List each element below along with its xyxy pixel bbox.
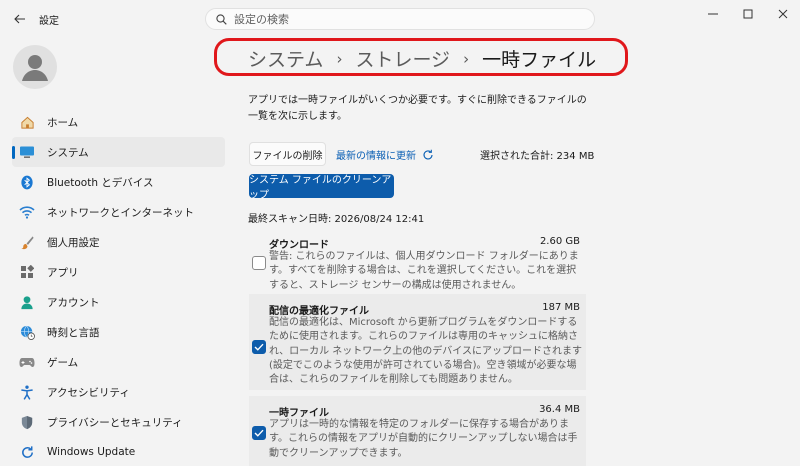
sidebar-item-accounts[interactable]: アカウント bbox=[12, 287, 225, 317]
title-bar: 設定 bbox=[0, 0, 800, 38]
file-item-temporary-files[interactable]: 一時ファイル 36.4 MB アプリは一時的な情報を特定のフォルダーに保存する場… bbox=[249, 396, 586, 466]
breadcrumb-separator: › bbox=[336, 49, 343, 68]
sidebar-item-label: アクセシビリティ bbox=[47, 386, 130, 399]
main-content: システム › ストレージ › 一時ファイル アプリでは一時ファイルがいくつか必要… bbox=[214, 38, 800, 466]
file-size: 36.4 MB bbox=[539, 404, 580, 415]
update-icon bbox=[19, 444, 35, 460]
sidebar-item-label: アカウント bbox=[47, 296, 100, 309]
file-description: アプリは一時的な情報を特定のフォルダーに保存する場合があります。これらの情報をア… bbox=[269, 419, 578, 459]
sidebar-item-accessibility[interactable]: アクセシビリティ bbox=[12, 377, 225, 407]
maximize-icon bbox=[743, 9, 752, 19]
total-selected: 選択された合計: 234 MB bbox=[480, 151, 595, 162]
file-name: 一時ファイル bbox=[269, 408, 329, 419]
file-item-downloads[interactable]: ダウンロード 2.60 GB 警告: これらのファイルは、個人用ダウンロード フ… bbox=[249, 228, 586, 291]
sidebar-item-personalization[interactable]: 個人用設定 bbox=[12, 227, 225, 257]
gamepad-icon bbox=[19, 354, 35, 370]
delete-files-button[interactable]: ファイルの削除 bbox=[249, 142, 326, 166]
file-description: 配信の最適化は、Microsoft から更新プログラムをダウンロードするために使… bbox=[269, 317, 582, 386]
page-description: アプリでは一時ファイルがいくつか必要です。すぐに削除できるファイルの一覧を次に示… bbox=[248, 95, 587, 122]
search-input[interactable] bbox=[234, 12, 574, 26]
maximize-button[interactable] bbox=[730, 0, 765, 28]
file-name: ダウンロード bbox=[269, 240, 329, 251]
sidebar-item-privacy-security[interactable]: プライバシーとセキュリティ bbox=[12, 407, 225, 437]
minimize-button[interactable] bbox=[695, 0, 730, 28]
file-checkbox[interactable] bbox=[252, 340, 266, 354]
sidebar-item-time-language[interactable]: 時刻と言語 bbox=[12, 317, 225, 347]
bluetooth-icon bbox=[19, 174, 35, 190]
user-avatar-icon bbox=[22, 55, 48, 81]
sidebar-item-bluetooth[interactable]: Bluetooth とデバイス bbox=[12, 167, 225, 197]
window-controls bbox=[695, 0, 800, 28]
sidebar: ホーム システム Bluetooth とデバイス ネットワークとインターネット … bbox=[0, 38, 232, 466]
checkmark-icon bbox=[254, 429, 264, 437]
sidebar-item-label: ゲーム bbox=[47, 356, 79, 369]
sidebar-item-gaming[interactable]: ゲーム bbox=[12, 347, 225, 377]
sidebar-item-label: システム bbox=[47, 146, 89, 159]
breadcrumb: システム › ストレージ › 一時ファイル bbox=[248, 45, 596, 72]
sidebar-item-apps[interactable]: アプリ bbox=[12, 257, 225, 287]
sidebar-item-system[interactable]: システム bbox=[12, 137, 225, 167]
file-name: 配信の最適化ファイル bbox=[269, 306, 369, 317]
sidebar-item-network[interactable]: ネットワークとインターネット bbox=[12, 197, 225, 227]
checkmark-icon bbox=[254, 343, 264, 351]
back-button[interactable] bbox=[10, 10, 30, 28]
search-box[interactable] bbox=[205, 8, 595, 30]
breadcrumb-separator: › bbox=[463, 49, 470, 68]
sidebar-item-label: アプリ bbox=[47, 266, 79, 279]
refresh-link-label: 最新の情報に更新 bbox=[336, 151, 416, 162]
sidebar-item-home[interactable]: ホーム bbox=[12, 107, 225, 137]
refresh-link[interactable]: 最新の情報に更新 bbox=[336, 147, 434, 162]
sidebar-item-label: ホーム bbox=[47, 116, 79, 129]
file-description: 警告: これらのファイルは、個人用ダウンロード フォルダーにあります。すべてを削… bbox=[269, 251, 579, 291]
file-item-delivery-optimization[interactable]: 配信の最適化ファイル 187 MB 配信の最適化は、Microsoft から更新… bbox=[249, 294, 586, 390]
monitor-icon bbox=[19, 144, 35, 160]
sidebar-item-label: ネットワークとインターネット bbox=[47, 206, 194, 219]
file-list: ダウンロード 2.60 GB 警告: これらのファイルは、個人用ダウンロード フ… bbox=[249, 228, 586, 466]
accessibility-icon bbox=[19, 384, 35, 400]
back-arrow-icon bbox=[14, 14, 25, 24]
avatar[interactable] bbox=[13, 45, 57, 89]
sidebar-item-label: 個人用設定 bbox=[47, 236, 100, 249]
close-icon bbox=[778, 9, 787, 19]
brush-icon bbox=[19, 234, 35, 250]
file-checkbox[interactable] bbox=[252, 256, 266, 270]
breadcrumb-storage[interactable]: ストレージ bbox=[355, 45, 450, 72]
breadcrumb-system[interactable]: システム bbox=[248, 45, 323, 72]
close-button[interactable] bbox=[765, 0, 800, 28]
sidebar-item-label: Windows Update bbox=[47, 446, 136, 458]
wifi-icon bbox=[19, 204, 35, 220]
minimize-icon bbox=[707, 13, 718, 15]
cleanup-system-files-button[interactable]: システム ファイルのクリーンアップ bbox=[249, 174, 394, 201]
sidebar-item-label: 時刻と言語 bbox=[47, 326, 100, 339]
account-icon bbox=[19, 294, 35, 310]
search-icon bbox=[216, 13, 227, 25]
last-scan-time: 最終スキャン日時: 2026/08/24 12:41 bbox=[248, 214, 425, 225]
globe-clock-icon bbox=[19, 324, 35, 340]
file-checkbox[interactable] bbox=[252, 426, 266, 440]
page-title: 一時ファイル bbox=[482, 49, 597, 71]
app-title: 設定 bbox=[39, 16, 59, 27]
home-icon bbox=[19, 114, 35, 130]
apps-icon bbox=[19, 264, 35, 280]
sidebar-item-label: プライバシーとセキュリティ bbox=[47, 416, 183, 429]
sidebar-nav: ホーム システム Bluetooth とデバイス ネットワークとインターネット … bbox=[12, 107, 225, 466]
file-size: 187 MB bbox=[542, 302, 580, 313]
sidebar-item-label: Bluetooth とデバイス bbox=[47, 176, 154, 189]
sidebar-item-windows-update[interactable]: Windows Update bbox=[12, 437, 225, 466]
refresh-icon bbox=[422, 149, 434, 161]
shield-icon bbox=[19, 414, 35, 430]
file-size: 2.60 GB bbox=[539, 236, 580, 247]
